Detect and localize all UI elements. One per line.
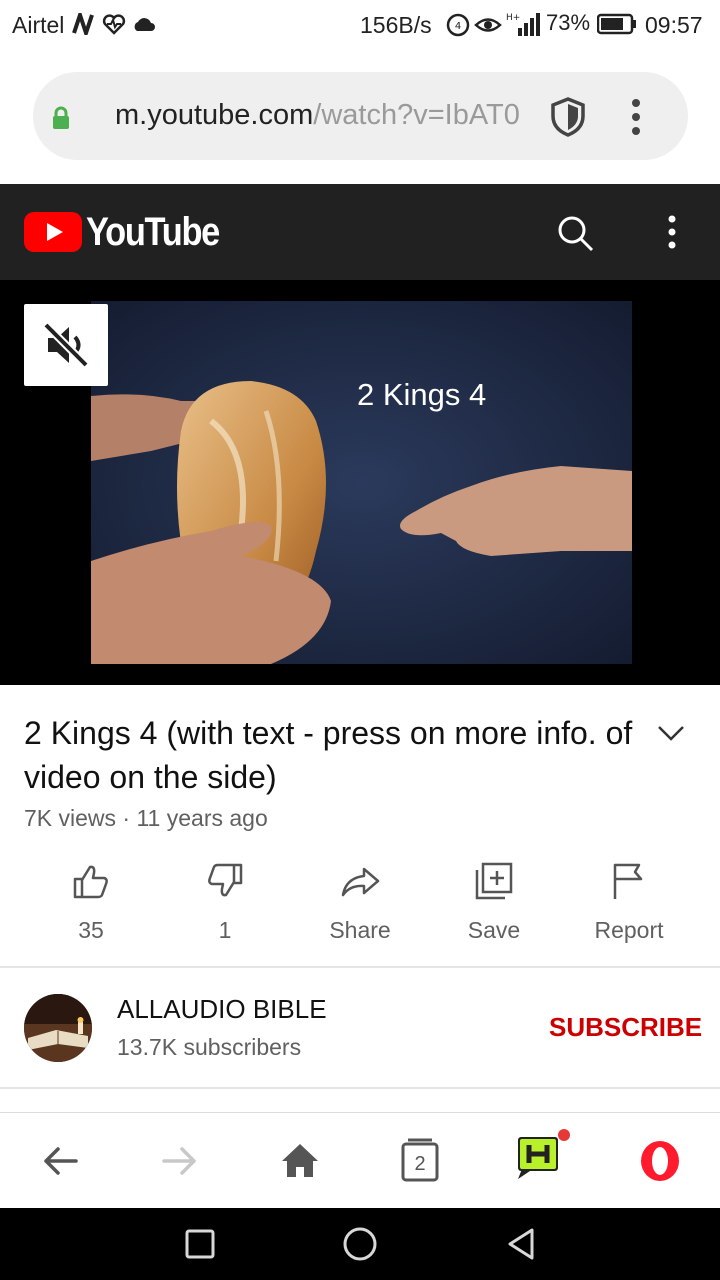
like-count: 35 bbox=[78, 917, 104, 943]
save-label: Save bbox=[467, 917, 521, 943]
video-actions: 35 1 Share Save Report bbox=[0, 855, 720, 965]
share-button[interactable]: Share bbox=[300, 855, 420, 955]
video-meta: 7K views · 11 years ago bbox=[24, 805, 268, 831]
hype-icon[interactable] bbox=[510, 1127, 570, 1187]
video-overlay-caption: 2 Kings 4 bbox=[357, 377, 487, 412]
net-speed: 156B/s bbox=[360, 12, 432, 38]
browser-bottom-bar: 2 bbox=[0, 1112, 720, 1208]
tabs-button[interactable]: 2 bbox=[390, 1131, 450, 1191]
channel-avatar-image bbox=[24, 994, 92, 1062]
signal-icon: H+ bbox=[506, 13, 540, 36]
share-icon bbox=[341, 867, 380, 897]
report-label: Report bbox=[594, 917, 664, 943]
data-saver-icon: 4 bbox=[446, 13, 470, 37]
divider bbox=[0, 1087, 720, 1089]
search-icon[interactable] bbox=[556, 214, 594, 252]
clock: 09:57 bbox=[645, 12, 703, 38]
status-icons-left bbox=[72, 10, 156, 38]
bread-hands-image bbox=[91, 301, 632, 664]
opera-icon[interactable] bbox=[630, 1131, 690, 1191]
carrier-label: Airtel bbox=[12, 12, 65, 38]
channel-name[interactable]: ALLAUDIO BIBLE bbox=[117, 994, 327, 1025]
back-triangle-icon[interactable] bbox=[504, 1226, 538, 1262]
video-player[interactable]: 2 Kings 4 bbox=[0, 280, 720, 685]
health-icon bbox=[102, 14, 126, 35]
dislike-button[interactable]: 1 bbox=[165, 855, 285, 955]
unmute-button[interactable] bbox=[24, 304, 108, 386]
status-bar: Airtel 156B/s 4 H+ 73% 09:57 bbox=[0, 0, 720, 50]
like-button[interactable]: 35 bbox=[31, 855, 151, 955]
more-vert-icon[interactable] bbox=[629, 98, 643, 136]
more-vert-icon[interactable] bbox=[666, 215, 678, 249]
svg-text:4: 4 bbox=[455, 21, 461, 32]
eye-comfort-icon bbox=[474, 18, 502, 32]
home-icon[interactable] bbox=[270, 1131, 330, 1191]
tab-count: 2 bbox=[414, 1153, 426, 1175]
video-title[interactable]: 2 Kings 4 (with text - press on more inf… bbox=[24, 711, 634, 799]
cloud-icon bbox=[134, 18, 155, 31]
dislike-count: 1 bbox=[218, 917, 232, 943]
video-thumbnail[interactable]: 2 Kings 4 bbox=[91, 301, 632, 664]
thumb-down-icon bbox=[208, 863, 243, 897]
youtube-header: YouTube bbox=[0, 184, 720, 280]
battery-icon bbox=[597, 13, 636, 35]
save-button[interactable]: Save bbox=[434, 855, 554, 955]
home-circle-icon[interactable] bbox=[341, 1225, 379, 1263]
thumb-up-icon bbox=[73, 865, 108, 899]
url-text[interactable]: m.youtube.com/watch?v=IbAT0 bbox=[115, 99, 565, 135]
system-navigation-bar bbox=[0, 1208, 720, 1280]
chevron-down-icon[interactable] bbox=[656, 720, 686, 744]
recents-square-icon[interactable] bbox=[184, 1228, 216, 1260]
url-host: m.youtube.com bbox=[115, 99, 314, 131]
subscriber-count: 13.7K subscribers bbox=[117, 1034, 302, 1060]
volume-off-icon bbox=[43, 322, 89, 368]
back-arrow-icon[interactable] bbox=[30, 1131, 90, 1191]
subscribe-button[interactable]: SUBSCRIBE bbox=[549, 1012, 702, 1043]
lock-icon bbox=[53, 106, 69, 129]
forward-arrow-icon[interactable] bbox=[150, 1131, 210, 1191]
avatar[interactable] bbox=[24, 994, 92, 1062]
svg-text:H+: H+ bbox=[506, 13, 520, 23]
battery-percent: 73% bbox=[546, 10, 591, 35]
nfc-icon bbox=[72, 13, 94, 35]
url-path: /watch?v=IbAT0 bbox=[313, 99, 520, 131]
youtube-wordmark[interactable]: YouTube bbox=[86, 210, 220, 255]
address-bar[interactable]: m.youtube.com/watch?v=IbAT0 bbox=[33, 72, 688, 160]
report-button[interactable]: Report bbox=[569, 855, 689, 955]
youtube-logo-icon[interactable] bbox=[24, 212, 82, 252]
flag-icon bbox=[613, 863, 643, 899]
playlist-add-icon bbox=[475, 862, 513, 900]
divider bbox=[0, 966, 720, 968]
shield-icon[interactable] bbox=[549, 96, 587, 138]
share-label: Share bbox=[329, 917, 391, 943]
